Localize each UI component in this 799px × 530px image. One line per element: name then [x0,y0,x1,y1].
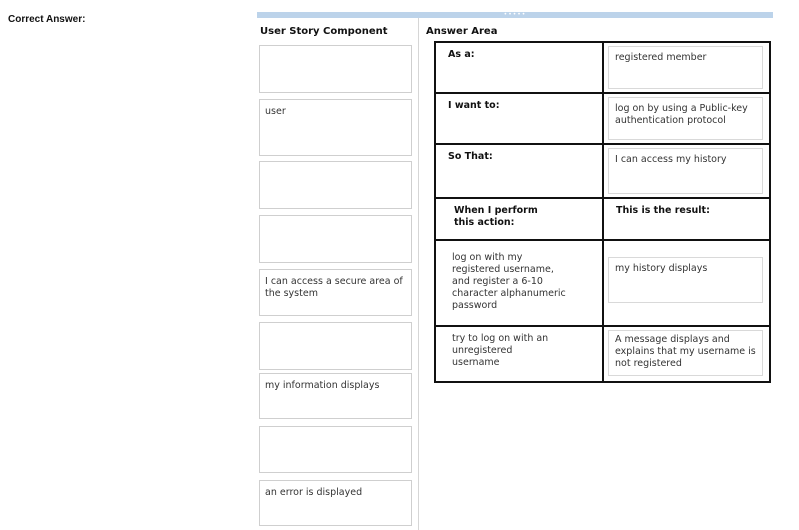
scenario-header-row: When I perform this action: This is the … [434,197,771,241]
scenario-action: log on with my registered username, and … [452,252,566,311]
answer-drop-target[interactable]: registered member [608,46,763,89]
answer-drop-target[interactable]: log on by using a Public-key authenticat… [608,97,763,140]
grip-icon[interactable]: ••••• [504,12,527,18]
story-row-as-a: As a: registered member [434,41,771,94]
result-column-header: This is the result: [616,205,710,216]
component-slot[interactable] [259,426,412,473]
answer-area-heading: Answer Area [426,26,498,37]
panel-divider [418,18,419,530]
answer-drop-target[interactable]: my history displays [608,257,763,303]
scenario-action: try to log on with an unregistered usern… [452,333,549,368]
row-label: So That: [448,151,493,162]
answer-grid: As a: registered member I want to: log o… [434,41,771,383]
row-label: I want to: [448,100,500,111]
answer-area-panel: Answer Area As a: registered member I wa… [424,18,774,388]
action-column-header: When I perform this action: [454,205,538,228]
component-slot[interactable] [259,322,412,370]
correct-answer-label: Correct Answer: [8,14,86,25]
component-slot[interactable] [259,215,412,263]
story-row-i-want-to: I want to: log on by using a Public-key … [434,92,771,145]
user-story-component-panel: User Story Component user I can access a… [257,18,418,530]
answer-drop-target[interactable]: I can access my history [608,148,763,194]
user-story-component-heading: User Story Component [260,26,388,37]
component-slot[interactable] [259,161,412,209]
answer-drop-target[interactable]: A message displays and explains that my … [608,330,763,376]
scenario-row: log on with my registered username, and … [434,239,771,327]
component-slot[interactable]: I can access a secure area of the system [259,269,412,316]
row-label: As a: [448,49,475,60]
scenario-row: try to log on with an unregistered usern… [434,325,771,383]
component-slot[interactable] [259,45,412,93]
component-slot[interactable]: my information displays [259,373,412,419]
story-row-so-that: So That: I can access my history [434,143,771,199]
component-slot[interactable]: an error is displayed [259,480,412,526]
component-slot[interactable]: user [259,99,412,156]
